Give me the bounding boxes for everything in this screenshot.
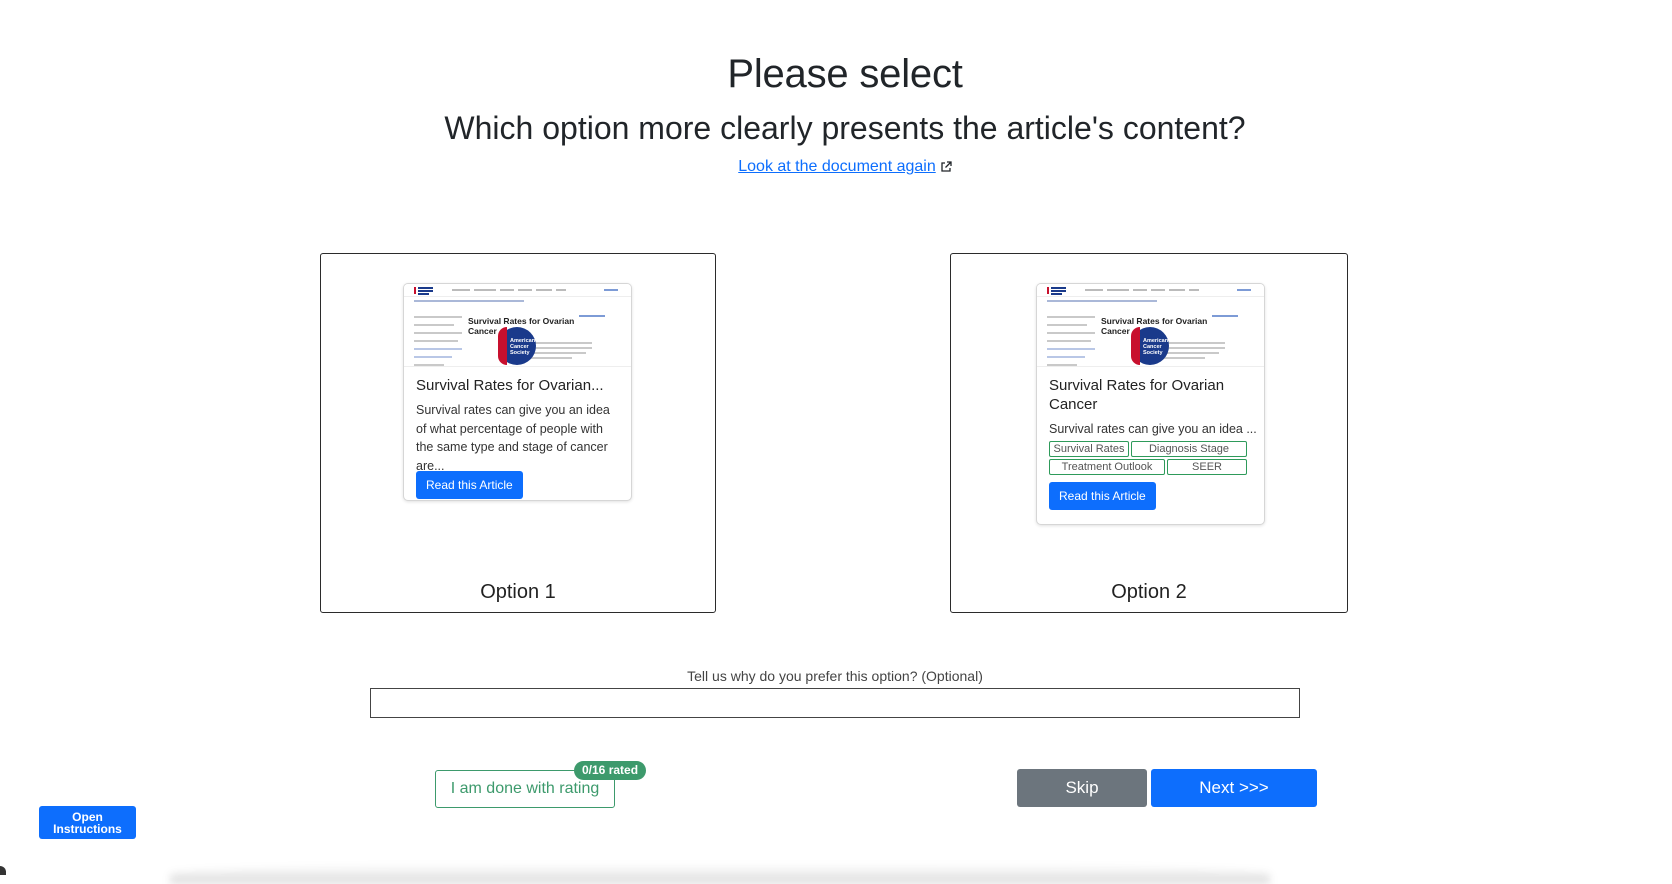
tag: Diagnosis Stage [1131, 441, 1247, 457]
external-link-icon [941, 161, 952, 172]
page-title: Please select [727, 52, 963, 96]
article-preview-card: Survival Rates for Ovarian Cancer Americ… [1036, 283, 1265, 525]
option-2-card[interactable]: Survival Rates for Ovarian Cancer Americ… [950, 253, 1348, 613]
tag-list: Survival Rates Diagnosis Stage Treatment O… [1049, 441, 1255, 477]
option-1-card[interactable]: Survival Rates for Ovarian Cancer Americ… [320, 253, 716, 613]
seal-text: American Cancer Society [1143, 338, 1169, 356]
card-title: Survival Rates for Ovarian Cancer [1049, 377, 1225, 413]
open-instructions-button[interactable]: Open Instructions [39, 806, 136, 839]
option-label: Option 1 [480, 581, 556, 603]
tag: Survival Rates [1049, 441, 1129, 457]
acs-seal-icon: American Cancer Society [1131, 327, 1169, 365]
article-thumbnail: Survival Rates for Ovarian Cancer Americ… [404, 284, 631, 367]
article-thumbnail: Survival Rates for Ovarian Cancer Americ… [1037, 284, 1264, 367]
acs-logo-icon [1047, 286, 1067, 295]
tag: SEER [1167, 459, 1247, 475]
rated-count-badge: 0/16 rated [574, 761, 647, 780]
tag: Treatment Outlook [1049, 459, 1165, 475]
card-description: Survival rates can give you an idea ... [1049, 422, 1257, 436]
acs-logo-icon [414, 286, 434, 295]
look-at-document-link[interactable]: Look at the document again [738, 158, 935, 175]
reason-label: Tell us why do you prefer this option? (… [687, 668, 983, 684]
reason-input[interactable] [370, 688, 1300, 718]
corner-mark [0, 866, 6, 875]
document-link-row: Look at the document again [0, 158, 1672, 176]
acs-seal-icon: American Cancer Society [498, 327, 536, 365]
bottom-shadow [170, 864, 1270, 884]
read-article-button[interactable]: Read this Article [416, 471, 523, 499]
question-heading: Which option more clearly presents the a… [444, 110, 1246, 146]
card-title: Survival Rates for Ovarian... [416, 377, 604, 394]
article-preview-card: Survival Rates for Ovarian Cancer Americ… [403, 283, 632, 501]
next-button[interactable]: Next >>> [1151, 769, 1317, 807]
skip-button[interactable]: Skip [1017, 769, 1147, 807]
read-article-button[interactable]: Read this Article [1049, 482, 1156, 510]
card-description: Survival rates can give you an idea of w… [416, 403, 610, 473]
seal-text: American Cancer Society [510, 338, 536, 356]
option-label: Option 2 [1111, 581, 1187, 603]
